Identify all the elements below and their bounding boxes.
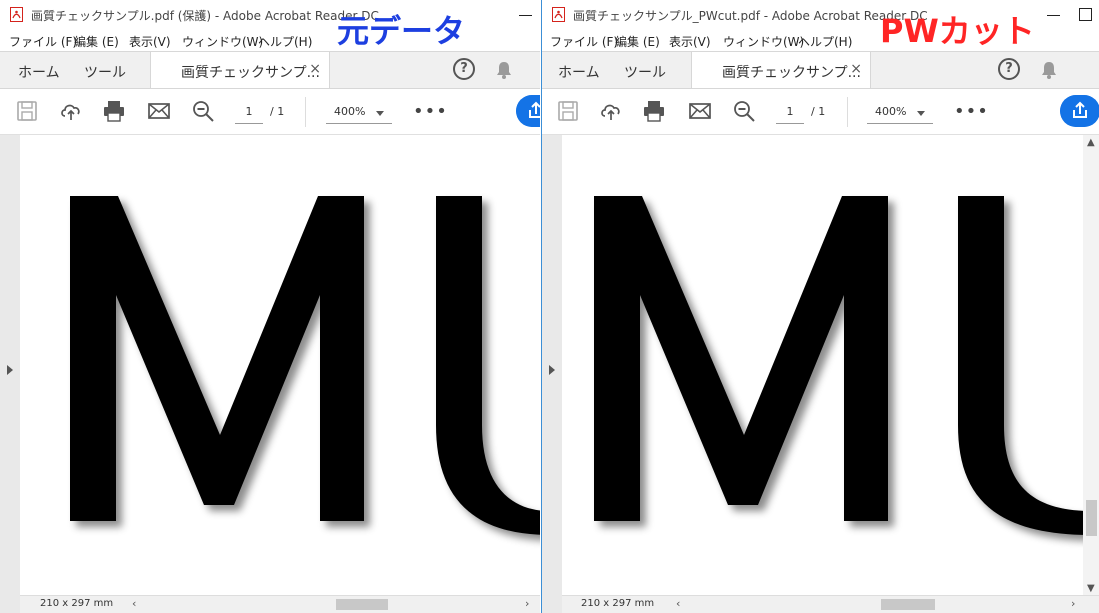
scroll-left-icon[interactable]: ‹: [132, 597, 136, 610]
close-icon[interactable]: ×: [850, 61, 862, 77]
scroll-right-icon[interactable]: ›: [525, 597, 529, 610]
upload-icon[interactable]: [59, 99, 83, 123]
menu-edit[interactable]: 編集 (E): [74, 33, 119, 50]
status-bar: 210 x 297 mm ‹ ›: [20, 595, 540, 613]
minimize-button[interactable]: [1046, 8, 1060, 21]
mail-icon[interactable]: [147, 99, 171, 123]
pdf-page: [20, 135, 540, 596]
print-icon[interactable]: [642, 99, 666, 123]
document-text-mu: [70, 196, 540, 535]
toolbar-divider: [847, 97, 848, 127]
tab-home[interactable]: ホーム: [18, 62, 60, 82]
left-panel-toggle[interactable]: [0, 135, 20, 613]
menu-view[interactable]: 表示(V): [129, 33, 171, 50]
page-total: / 1: [270, 105, 285, 118]
menu-help[interactable]: ヘルプ(H): [798, 33, 852, 50]
chevron-down-icon: [376, 111, 384, 116]
window-title: 画質チェックサンプル.pdf (保護) - Adobe Acrobat Read…: [31, 9, 379, 23]
left-panel-toggle[interactable]: [542, 135, 562, 613]
tab-bar: ホーム ツール 画質チェックサンプ... × ?: [0, 52, 540, 89]
toolbar: 1 / 1 400% •••: [0, 89, 540, 135]
horizontal-scrollbar-thumb[interactable]: [881, 599, 935, 610]
zoom-value: 400%: [334, 105, 366, 118]
share-icon[interactable]: [516, 95, 540, 127]
zoom-value: 400%: [875, 105, 907, 118]
zoom-select[interactable]: 400%: [867, 101, 933, 124]
acrobat-window-original: 画質チェックサンプル.pdf (保護) - Adobe Acrobat Read…: [0, 0, 540, 613]
chevron-right-icon: [549, 365, 555, 375]
vertical-scrollbar-thumb[interactable]: [1086, 500, 1097, 536]
page-total: / 1: [811, 105, 826, 118]
bell-icon[interactable]: [494, 60, 514, 80]
zoom-select[interactable]: 400%: [326, 101, 392, 124]
save-icon[interactable]: [556, 99, 580, 123]
tab-bar: ホーム ツール 画質チェックサンプ... × ?: [542, 52, 1099, 89]
menu-window[interactable]: ウィンドウ(W): [723, 33, 804, 50]
annotation-pw-cut: PWカット: [880, 12, 1035, 50]
help-icon[interactable]: ?: [998, 58, 1020, 80]
menu-view[interactable]: 表示(V): [669, 33, 711, 50]
tab-tools[interactable]: ツール: [624, 62, 666, 82]
menu-help[interactable]: ヘルプ(H): [258, 33, 312, 50]
pdf-icon: [10, 7, 23, 22]
mail-icon[interactable]: [688, 99, 712, 123]
vertical-scrollbar[interactable]: ▲ ▼: [1083, 135, 1099, 596]
chevron-right-icon: [7, 365, 13, 375]
zoom-out-icon[interactable]: [732, 99, 756, 123]
acrobat-window-pwcut: 画質チェックサンプル_PWcut.pdf - Adobe Acrobat Rea…: [541, 0, 1099, 613]
page-size: 210 x 297 mm: [581, 598, 655, 609]
horizontal-scrollbar-thumb[interactable]: [336, 599, 388, 610]
document-viewport[interactable]: 210 x 297 mm ‹ ›: [0, 135, 540, 613]
tab-document-label: 画質チェックサンプ...: [722, 65, 861, 81]
chevron-down-icon: [917, 111, 925, 116]
scroll-up-icon[interactable]: ▲: [1087, 137, 1095, 148]
page-number-input[interactable]: 1: [776, 101, 804, 124]
maximize-button[interactable]: [1079, 8, 1092, 21]
scroll-right-icon[interactable]: ›: [1071, 597, 1075, 610]
document-text-mu: [594, 196, 1083, 535]
tab-document[interactable]: 画質チェックサンプ... ×: [150, 52, 330, 88]
save-icon[interactable]: [15, 99, 39, 123]
menu-file[interactable]: ファイル (F): [550, 33, 618, 50]
window-controls: [1033, 6, 1092, 25]
pdf-page: [562, 135, 1083, 596]
document-viewport[interactable]: ▲ ▼ 210 x 297 mm ‹ ›: [542, 135, 1099, 613]
page-number-input[interactable]: 1: [235, 101, 263, 124]
tab-document[interactable]: 画質チェックサンプ... ×: [691, 52, 871, 88]
print-icon[interactable]: [102, 99, 126, 123]
zoom-out-icon[interactable]: [191, 99, 215, 123]
tab-tools[interactable]: ツール: [84, 62, 126, 82]
menu-file[interactable]: ファイル (F): [9, 33, 77, 50]
bell-icon[interactable]: [1039, 60, 1059, 80]
minimize-button[interactable]: [519, 8, 532, 21]
annotation-original-data: 元データ: [337, 12, 466, 50]
menu-edit[interactable]: 編集 (E): [615, 33, 660, 50]
toolbar: 1 / 1 400% •••: [542, 89, 1099, 135]
help-icon[interactable]: ?: [453, 58, 475, 80]
tab-home[interactable]: ホーム: [558, 62, 600, 82]
more-icon[interactable]: •••: [413, 101, 448, 122]
window-controls: [505, 6, 532, 25]
share-icon[interactable]: [1060, 95, 1099, 127]
status-bar: 210 x 297 mm ‹ ›: [562, 595, 1099, 613]
more-icon[interactable]: •••: [954, 101, 989, 122]
menu-window[interactable]: ウィンドウ(W): [182, 33, 263, 50]
scroll-left-icon[interactable]: ‹: [676, 597, 680, 610]
scroll-down-icon[interactable]: ▼: [1087, 583, 1095, 594]
upload-icon[interactable]: [599, 99, 623, 123]
close-icon[interactable]: ×: [309, 61, 321, 77]
pdf-icon: [552, 7, 565, 22]
tab-document-label: 画質チェックサンプ...: [181, 65, 320, 81]
window-title: 画質チェックサンプル_PWcut.pdf - Adobe Acrobat Rea…: [573, 9, 928, 23]
page-size: 210 x 297 mm: [40, 598, 114, 609]
toolbar-divider: [305, 97, 306, 127]
